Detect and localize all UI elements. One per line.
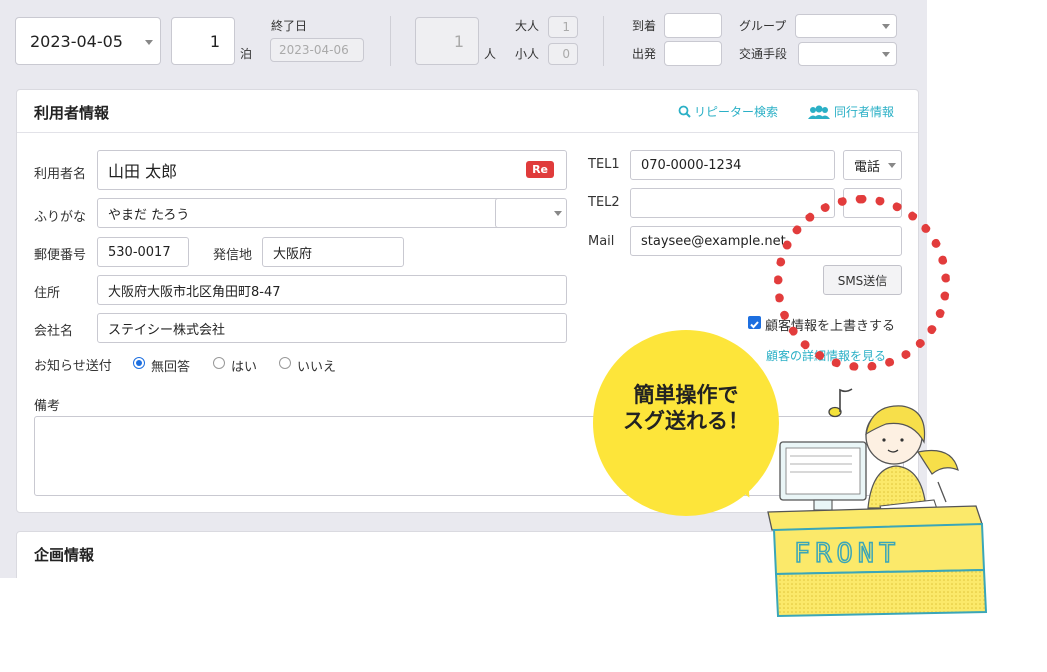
date-value: 2023-04-05 [30, 32, 123, 51]
companion-info-link[interactable]: 同行者情報 [808, 103, 894, 120]
notice-label: お知らせ送付 [34, 359, 112, 374]
arrival-input[interactable] [664, 13, 722, 38]
check-icon [750, 321, 759, 329]
origin-value: 大阪府 [273, 246, 313, 262]
postal-label: 郵便番号 [34, 248, 87, 263]
origin-label: 発信地 [213, 248, 253, 263]
kana-value: やまだ たろう [108, 207, 190, 223]
nights-input[interactable]: 1 [171, 17, 235, 65]
mail-label: Mail [588, 234, 615, 249]
chevron-down-icon [554, 211, 562, 216]
repeater-badge: Re [526, 161, 554, 178]
address-label: 住所 [34, 286, 61, 301]
repeater-search-link[interactable]: リピーター検索 [678, 103, 778, 120]
front-sign: FRONT [794, 538, 900, 569]
end-date-label: 終了日 [271, 19, 308, 33]
nights-unit: 泊 [240, 47, 253, 61]
promo-text: 簡単操作で スグ送れる！ [593, 382, 779, 434]
kana-input[interactable]: やまだ たろう [97, 198, 503, 228]
notice-option-yes: はい [231, 360, 258, 375]
postal-input[interactable]: 530-0017 [97, 237, 189, 267]
name-value: 山田 太郎 [108, 162, 178, 181]
postal-value: 530-0017 [108, 244, 171, 260]
group-label: グループ [739, 19, 787, 33]
company-value: ステイシー株式会社 [108, 322, 226, 338]
tel1-value: 070-0000-1234 [641, 157, 742, 173]
guests-unit: 人 [484, 47, 497, 61]
tel1-type-value: 電話 [854, 159, 881, 175]
nights-value: 1 [209, 32, 220, 51]
plan-info-title: 企画情報 [34, 546, 95, 564]
kana-select[interactable] [495, 198, 567, 228]
kana-label: ふりがな [34, 210, 87, 225]
notice-option-none: 無回答 [151, 360, 191, 375]
user-info-title: 利用者情報 [34, 104, 110, 122]
group-select[interactable] [795, 14, 897, 38]
adult-count-value: 1 [562, 20, 570, 34]
guests-value: 1 [453, 32, 464, 51]
tel2-input[interactable] [630, 188, 835, 218]
topbar-divider [390, 16, 391, 66]
notice-radio-yes[interactable] [213, 357, 225, 369]
child-count-value: 0 [562, 47, 570, 61]
name-input[interactable]: 山田 太郎 Re [97, 150, 567, 190]
adult-label: 大人 [515, 19, 540, 33]
chevron-down-icon [882, 52, 890, 57]
name-label: 利用者名 [34, 167, 87, 182]
end-date-value: 2023-04-06 [279, 43, 349, 57]
users-icon [808, 105, 830, 119]
adult-count: 1 [548, 16, 578, 38]
highlight-ring [774, 195, 950, 371]
repeater-search-label: リピーター検索 [694, 105, 779, 119]
search-icon [678, 105, 691, 118]
companion-info-label: 同行者情報 [834, 105, 895, 119]
origin-input[interactable]: 大阪府 [262, 237, 404, 267]
departure-label: 出発 [632, 47, 657, 61]
tel2-label: TEL2 [588, 195, 620, 210]
tel1-input[interactable]: 070-0000-1234 [630, 150, 835, 180]
end-date-field: 2023-04-06 [270, 38, 364, 62]
tel1-label: TEL1 [588, 157, 620, 172]
transport-select[interactable] [798, 42, 897, 66]
address-input[interactable]: 大阪府大阪市北区角田町8-47 [97, 275, 567, 305]
chevron-down-icon [882, 24, 890, 29]
arrival-label: 到着 [632, 19, 657, 33]
promo-line-2: スグ送れる！ [623, 409, 749, 433]
child-count: 0 [548, 43, 578, 65]
overwrite-checkbox[interactable] [748, 316, 761, 329]
date-select[interactable]: 2023-04-05 [15, 17, 161, 65]
card-divider [17, 132, 918, 133]
transport-label: 交通手段 [739, 47, 788, 61]
departure-input[interactable] [664, 41, 722, 66]
topbar-divider [603, 16, 604, 66]
promo-line-1: 簡単操作で [633, 383, 739, 407]
notice-radio-no[interactable] [279, 357, 291, 369]
tel1-type-select[interactable]: 電話 [843, 150, 902, 180]
company-input[interactable]: ステイシー株式会社 [97, 313, 567, 343]
chevron-down-icon [145, 40, 153, 45]
guests-input: 1 [415, 17, 479, 65]
chevron-down-icon [888, 163, 896, 168]
notice-option-no: いいえ [297, 360, 337, 375]
company-label: 会社名 [34, 324, 74, 339]
notice-radio-none[interactable] [133, 357, 145, 369]
address-value: 大阪府大阪市北区角田町8-47 [108, 284, 281, 300]
front-desk-illustration: FRONT [767, 405, 988, 618]
mail-value: staysee@example.net [641, 233, 786, 249]
notes-label: 備考 [34, 399, 61, 414]
child-label: 小人 [515, 47, 540, 61]
